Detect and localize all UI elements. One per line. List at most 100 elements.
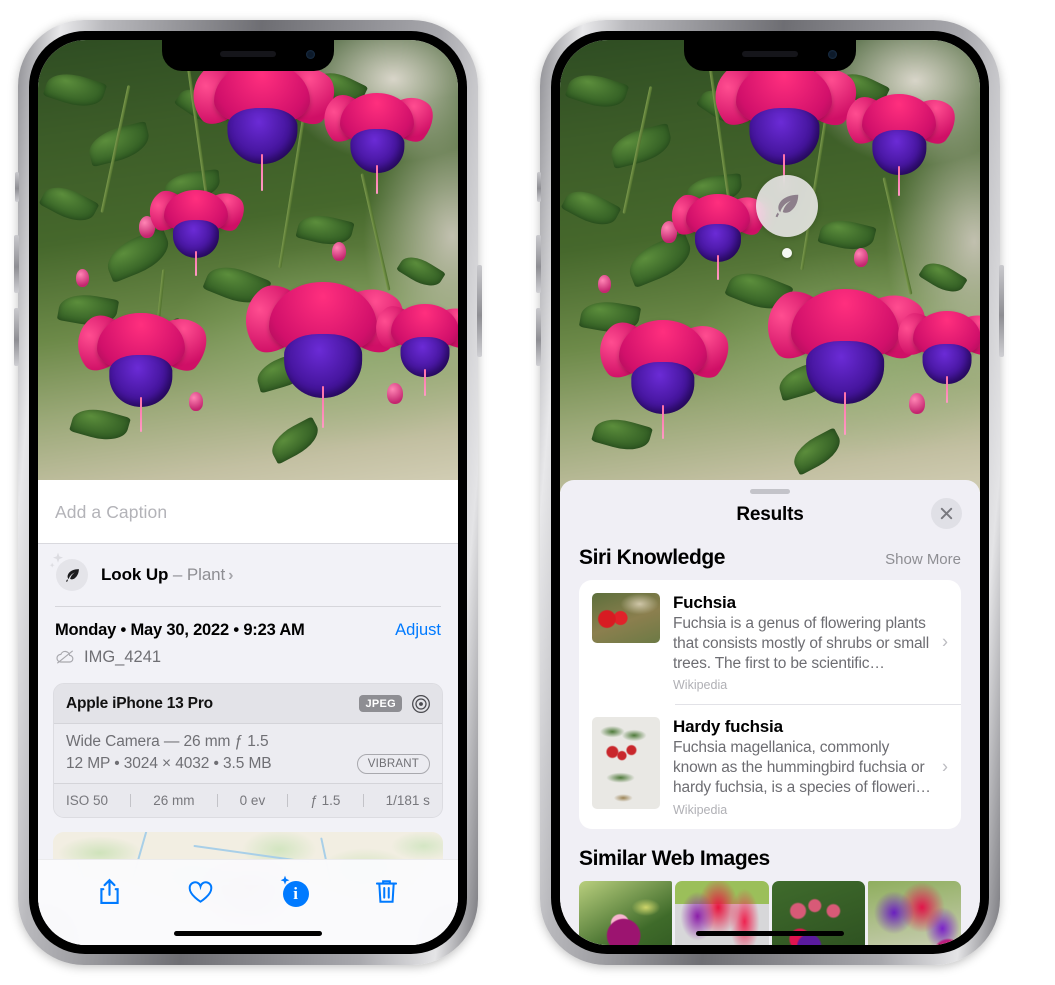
earpiece-speaker [220,51,276,57]
siri-knowledge-title: Siri Knowledge [579,546,726,569]
adjust-button[interactable]: Adjust [395,621,441,640]
photo-viewer[interactable] [560,40,980,492]
photo-foliage [560,40,980,492]
share-icon[interactable] [96,877,123,907]
results-sheet: Results Siri Knowledge Show More Fuchsia… [560,480,980,945]
notch [162,40,334,71]
info-button[interactable]: i [279,875,309,907]
exif-row: ISO 50 26 mm 0 ev ƒ 1.5 1/181 s [54,782,442,817]
knowledge-title: Hardy fuchsia [673,717,783,737]
exif-exposure: 0 ev [239,792,266,808]
photo-foliage [38,40,458,480]
similar-web-images-header: Similar Web Images [560,829,980,877]
left-iphone-frame: Add a Caption Look Up – Plant › Monday •… [14,20,482,965]
close-button[interactable] [931,498,962,529]
exif-aperture: ƒ 1.5 [310,792,341,808]
screenshot-stage: Add a Caption Look Up – Plant › Monday •… [0,0,1055,985]
visual-look-up-anchor-dot [782,248,792,258]
date-row: Monday • May 30, 2022 • 9:23 AM Adjust [38,607,458,642]
fuchsia-thumbnail [592,593,660,643]
exif-shutter: 1/181 s [385,792,430,808]
volume-down-button[interactable] [14,308,19,366]
camera-metadata-card[interactable]: Apple iPhone 13 Pro JPEG Wide Camera — 2… [53,682,443,818]
look-up-separator: – [168,565,187,584]
knowledge-description: Fuchsia magellanica, commonly known as t… [673,739,931,797]
left-bezel: Add a Caption Look Up – Plant › Monday •… [29,31,467,954]
exif-divider [216,793,218,807]
photo-date: Monday • May 30, 2022 • 9:23 AM [55,620,305,639]
knowledge-description: Fuchsia is a genus of flowering plants t… [673,615,930,672]
hardy-fuchsia-thumbnail [592,717,660,810]
earpiece-speaker [742,51,798,57]
icloud-slash-icon [56,650,74,664]
knowledge-text-fuchsia: Fuchsia Fuchsia is a genus of flowering … [673,593,948,692]
left-screen: Add a Caption Look Up – Plant › Monday •… [38,40,458,945]
trash-icon[interactable] [373,877,400,907]
look-up-row[interactable]: Look Up – Plant › [38,544,458,606]
front-camera [306,50,315,59]
volume-up-button[interactable] [536,235,541,293]
metadata-header: Apple iPhone 13 Pro JPEG [54,683,442,724]
right-screen: Results Siri Knowledge Show More Fuchsia… [560,40,980,945]
caption-placeholder: Add a Caption [55,502,168,522]
knowledge-item-hardy-fuchsia[interactable]: Hardy fuchsia Fuchsia magellanica, commo… [579,704,961,828]
right-iphone-frame: Results Siri Knowledge Show More Fuchsia… [536,20,1004,965]
front-camera [828,50,837,59]
info-icon: i [282,880,309,907]
home-indicator[interactable] [174,931,322,936]
power-button[interactable] [999,265,1004,357]
power-button[interactable] [477,265,482,357]
leaf-icon [775,194,799,218]
web-image-1[interactable] [579,880,673,945]
web-image-4[interactable] [867,880,961,945]
aperture-icon[interactable] [411,694,431,714]
look-up-label: Look Up – Plant › [101,565,233,585]
volume-down-button[interactable] [536,308,541,366]
heart-icon[interactable] [187,877,214,907]
metadata-body: Wide Camera — 26 mm ƒ 1.5 12 MP • 3024 ×… [54,723,442,783]
photographic-style-badge: VIBRANT [356,753,430,774]
volume-up-button[interactable] [14,235,19,293]
exif-divider [287,793,289,807]
knowledge-source: Wikipedia [673,678,728,693]
knowledge-item-fuchsia[interactable]: Fuchsia Fuchsia is a genus of flowering … [579,580,961,704]
file-row: IMG_4241 [38,642,458,681]
knowledge-text-hardy-fuchsia: Hardy fuchsia Fuchsia magellanica, commo… [673,717,948,816]
exif-divider [130,793,132,807]
close-icon [940,507,953,520]
home-indicator[interactable] [696,931,844,936]
exif-focal: 26 mm [153,792,195,808]
visual-look-up-badge[interactable] [756,175,818,237]
results-header: Results [560,494,980,540]
siri-knowledge-card: Fuchsia Fuchsia is a genus of flowering … [579,580,961,829]
photo-viewer[interactable] [38,40,458,480]
knowledge-title: Fuchsia [673,593,736,612]
sparkles-icon [49,552,63,568]
knowledge-source: Wikipedia [673,802,728,817]
device-name: Apple iPhone 13 Pro [66,694,213,712]
specs-row: 12 MP • 3024 × 4032 • 3.5 MB VIBRANT [66,753,430,774]
file-name: IMG_4241 [84,647,162,666]
notch [684,40,856,71]
results-title: Results [736,504,804,525]
look-up-icon-group [49,552,88,591]
image-specs: 12 MP • 3024 × 4032 • 3.5 MB [66,754,272,772]
format-badge: JPEG [359,695,402,712]
photo-info-sheet: Add a Caption Look Up – Plant › Monday •… [38,480,458,945]
look-up-title: Look Up [101,565,169,584]
similar-web-images-title: Similar Web Images [579,846,770,870]
show-more-button[interactable]: Show More [885,551,961,568]
mute-switch[interactable] [15,172,19,202]
metadata-header-badges: JPEG [359,694,431,714]
chevron-right-icon: › [942,756,948,777]
right-bezel: Results Siri Knowledge Show More Fuchsia… [551,31,989,954]
exif-iso: ISO 50 [66,792,109,808]
lens-info: Wide Camera — 26 mm ƒ 1.5 [66,732,269,750]
look-up-subject: Plant [186,565,226,584]
chevron-right-icon: › [228,567,234,584]
caption-field[interactable]: Add a Caption [38,480,458,544]
exif-divider [362,793,364,807]
chevron-right-icon: › [942,631,948,652]
siri-knowledge-header: Siri Knowledge Show More [560,540,980,580]
mute-switch[interactable] [537,172,541,202]
